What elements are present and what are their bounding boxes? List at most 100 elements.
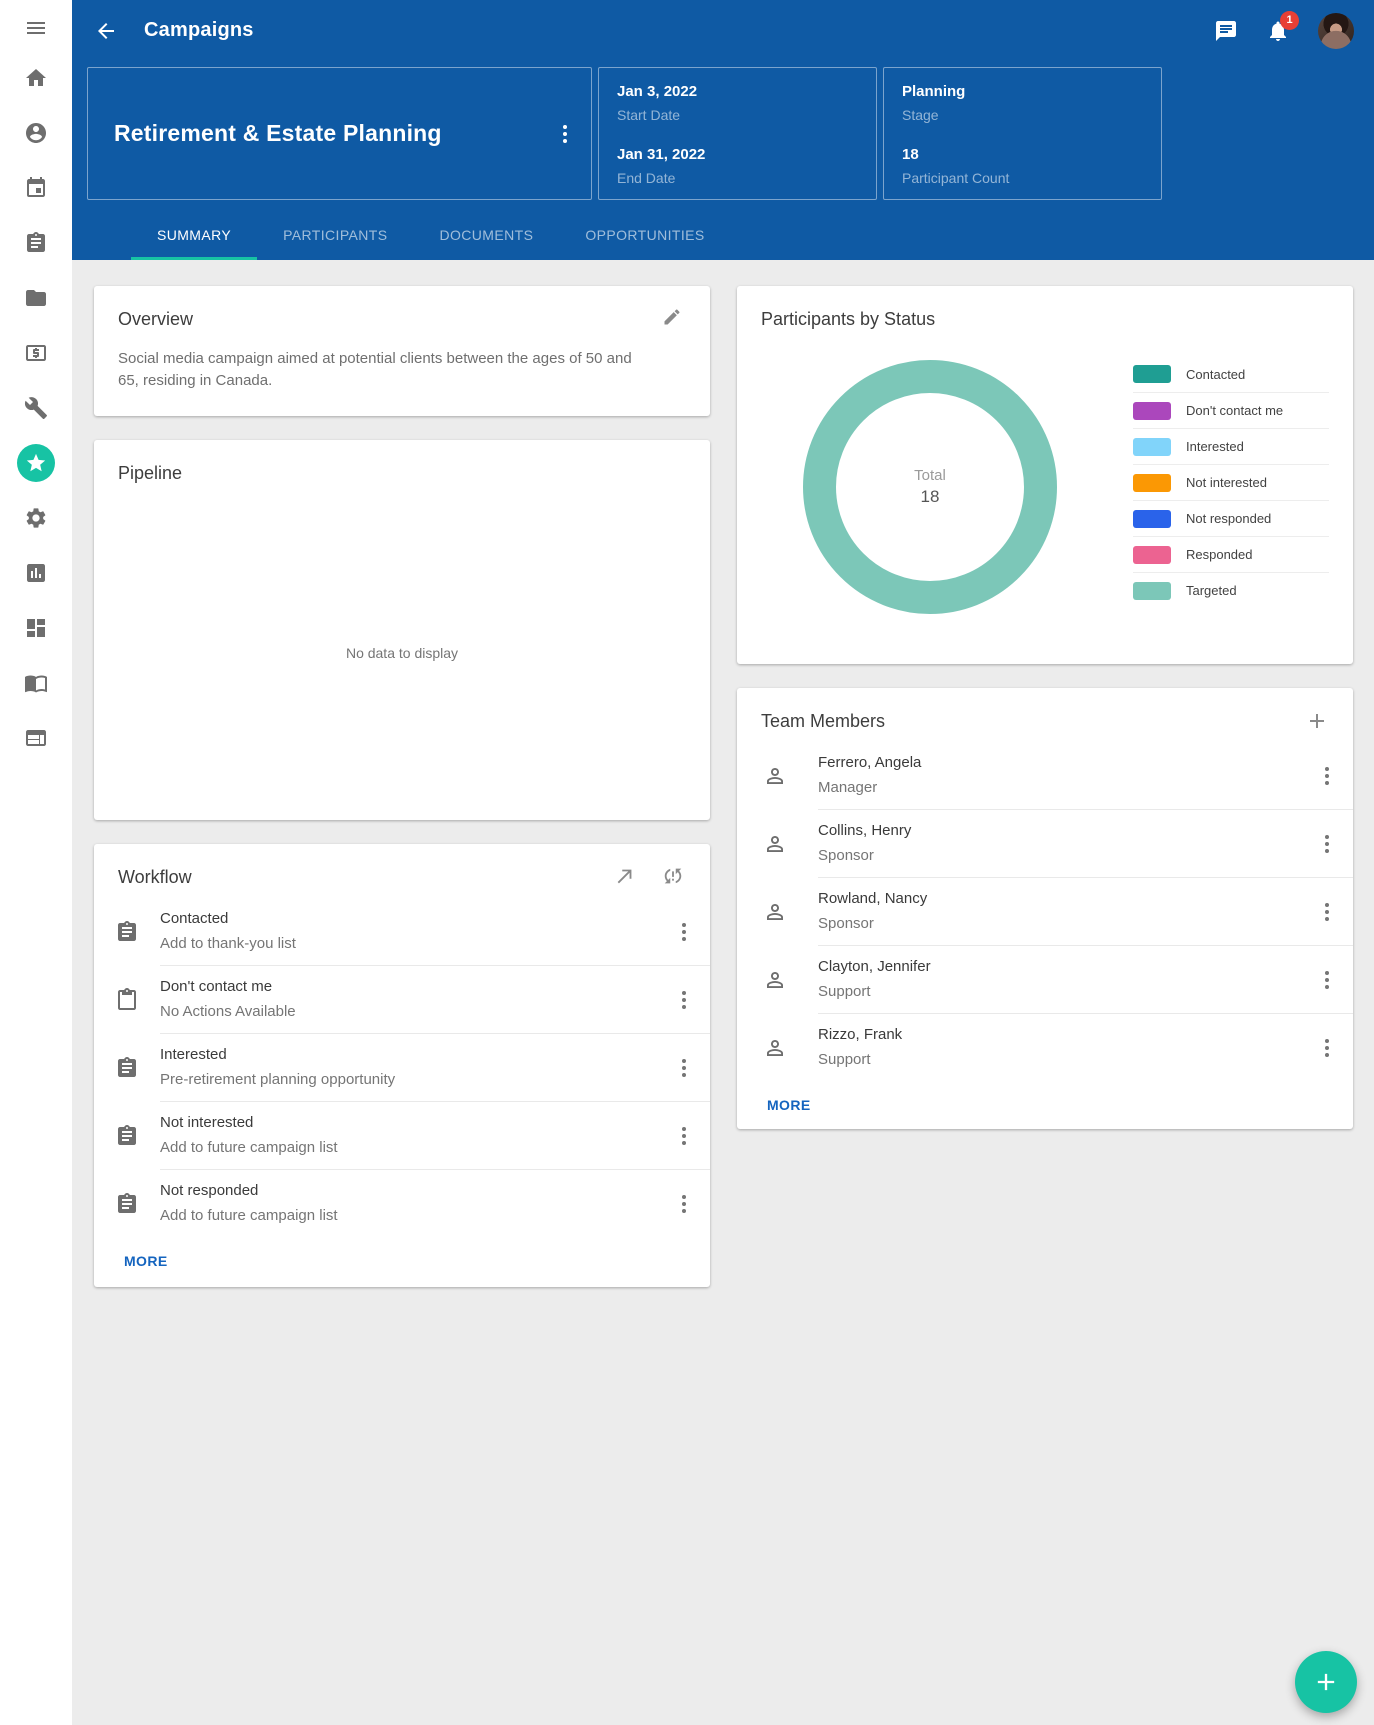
workflow-item-menu-button[interactable] xyxy=(676,919,692,945)
team-member-name: Ferrero, Angela xyxy=(818,753,1319,773)
workflow-item-title: Contacted xyxy=(160,909,676,929)
team-member-menu-button[interactable] xyxy=(1319,899,1335,925)
workflow-item-menu-button[interactable] xyxy=(676,1055,692,1081)
team-member-menu-button[interactable] xyxy=(1319,1035,1335,1061)
team-title: Team Members xyxy=(761,708,885,734)
main-area: Campaigns 1 Retirement & Estate Planning xyxy=(72,0,1374,1725)
team-member-name: Clayton, Jennifer xyxy=(818,957,1319,977)
sidebar-item-tools[interactable] xyxy=(0,380,72,435)
workflow-item-subtitle: Add to thank-you list xyxy=(160,934,676,954)
overview-card: Overview Social media campaign aimed at … xyxy=(94,286,710,416)
campaign-hero: Retirement & Estate Planning Jan 3, 2022… xyxy=(72,61,1374,200)
team-member-row: Ferrero, Angela Manager xyxy=(737,742,1353,810)
sidebar-item-billing[interactable] xyxy=(0,710,72,765)
legend-item-not-responded[interactable]: Not responded xyxy=(1133,500,1329,536)
team-header: Team Members xyxy=(737,688,1353,734)
legend-swatch xyxy=(1133,365,1171,383)
legend-item-targeted[interactable]: Targeted xyxy=(1133,572,1329,608)
tab-bar: SUMMARY PARTICIPANTS DOCUMENTS OPPORTUNI… xyxy=(72,213,1374,260)
team-member-row: Collins, Henry Sponsor xyxy=(737,810,1353,878)
edit-overview-button[interactable] xyxy=(662,307,686,331)
tab-documents[interactable]: DOCUMENTS xyxy=(413,213,559,260)
sidebar-item-account[interactable] xyxy=(0,105,72,160)
account-circle-icon xyxy=(24,121,48,145)
notification-badge: 1 xyxy=(1280,11,1299,30)
workflow-row: Interested Pre-retirement planning oppor… xyxy=(94,1034,710,1102)
sidebar-item-money[interactable] xyxy=(0,325,72,380)
person-outline-icon xyxy=(737,878,818,946)
tab-summary[interactable]: SUMMARY xyxy=(131,213,257,260)
chart-legend: Contacted Don't contact me Interested xyxy=(1133,356,1329,608)
participants-by-status-card: Participants by Status Total 18 xyxy=(737,286,1353,664)
tab-participants[interactable]: PARTICIPANTS xyxy=(257,213,413,260)
sidebar-item-calendar[interactable] xyxy=(0,160,72,215)
legend-item-contacted[interactable]: Contacted xyxy=(1133,356,1329,392)
back-button[interactable] xyxy=(94,19,118,43)
campaign-menu-button[interactable] xyxy=(557,121,573,147)
sidebar-item-contacts[interactable] xyxy=(0,655,72,710)
team-members-card: Team Members Ferrero, Angel xyxy=(737,688,1353,1129)
sidebar-item-tasks[interactable] xyxy=(0,215,72,270)
legend-swatch xyxy=(1133,510,1171,528)
notifications-button[interactable]: 1 xyxy=(1266,19,1290,43)
sidebar-item-campaigns-active[interactable] xyxy=(0,435,72,490)
workflow-header-actions xyxy=(614,865,686,889)
team-member-name: Rizzo, Frank xyxy=(818,1025,1319,1045)
team-member-text: Collins, Henry Sponsor xyxy=(818,821,1319,866)
sidebar-item-settings[interactable] xyxy=(0,490,72,545)
workflow-item-menu-button[interactable] xyxy=(676,1123,692,1149)
team-member-text: Ferrero, Angela Manager xyxy=(818,753,1319,798)
workflow-more-link[interactable]: MORE xyxy=(124,1253,168,1269)
app-window: Campaigns 1 Retirement & Estate Planning xyxy=(0,0,1374,1725)
donut-center-label: Total 18 xyxy=(803,360,1057,614)
legend-item-responded[interactable]: Responded xyxy=(1133,536,1329,572)
start-date-value: Jan 3, 2022 xyxy=(617,83,858,100)
workflow-item-menu-button[interactable] xyxy=(676,987,692,1013)
open-workflow-button[interactable] xyxy=(614,865,638,889)
participant-count-label: Participant Count xyxy=(902,170,1143,186)
workflow-item-title: Don't contact me xyxy=(160,977,676,997)
sidebar xyxy=(0,0,72,1725)
legend-item-interested[interactable]: Interested xyxy=(1133,428,1329,464)
campaign-name-card: Retirement & Estate Planning xyxy=(87,67,592,200)
chat-button[interactable] xyxy=(1214,19,1238,43)
team-member-row: Clayton, Jennifer Support xyxy=(737,946,1353,1014)
stage-field: Planning Stage xyxy=(902,83,1143,123)
participants-chart: Total 18 Contacted Don't contact xyxy=(737,332,1353,664)
workflow-item-text: Interested Pre-retirement planning oppor… xyxy=(160,1045,676,1090)
team-member-text: Clayton, Jennifer Support xyxy=(818,957,1319,1002)
add-team-member-button[interactable] xyxy=(1305,709,1329,733)
add-fab-button[interactable] xyxy=(1295,1651,1357,1713)
person-outline-icon xyxy=(737,946,818,1014)
legend-item-dont-contact[interactable]: Don't contact me xyxy=(1133,392,1329,428)
calendar-icon xyxy=(24,176,48,200)
sidebar-item-dashboard[interactable] xyxy=(0,600,72,655)
workflow-item-text: Contacted Add to thank-you list xyxy=(160,909,676,954)
sidebar-item-home[interactable] xyxy=(0,50,72,105)
topbar-actions: 1 xyxy=(1214,13,1354,49)
dollar-box-icon xyxy=(24,341,48,365)
overview-title: Overview xyxy=(118,306,193,332)
sync-status-button[interactable] xyxy=(662,865,686,889)
team-member-menu-button[interactable] xyxy=(1319,831,1335,857)
topbar: Campaigns 1 xyxy=(72,0,1374,61)
team-member-menu-button[interactable] xyxy=(1319,763,1335,789)
user-avatar[interactable] xyxy=(1318,13,1354,49)
sidebar-item-documents[interactable] xyxy=(0,270,72,325)
participant-count-field: 18 Participant Count xyxy=(902,146,1143,186)
team-member-role: Support xyxy=(818,1050,1319,1070)
start-date-field: Jan 3, 2022 Start Date xyxy=(617,83,858,123)
team-more-link[interactable]: MORE xyxy=(767,1097,811,1113)
participants-header: Participants by Status xyxy=(737,286,1353,332)
team-member-role: Manager xyxy=(818,778,1319,798)
legend-item-not-interested[interactable]: Not interested xyxy=(1133,464,1329,500)
tab-opportunities[interactable]: OPPORTUNITIES xyxy=(559,213,730,260)
plus-icon xyxy=(1312,1668,1340,1696)
hamburger-menu-button[interactable] xyxy=(24,14,48,42)
team-member-menu-button[interactable] xyxy=(1319,967,1335,993)
workflow-item-menu-button[interactable] xyxy=(676,1191,692,1217)
sidebar-item-reports[interactable] xyxy=(0,545,72,600)
workflow-item-title: Interested xyxy=(160,1045,676,1065)
workflow-item-subtitle: No Actions Available xyxy=(160,1002,676,1022)
home-icon xyxy=(24,66,48,90)
